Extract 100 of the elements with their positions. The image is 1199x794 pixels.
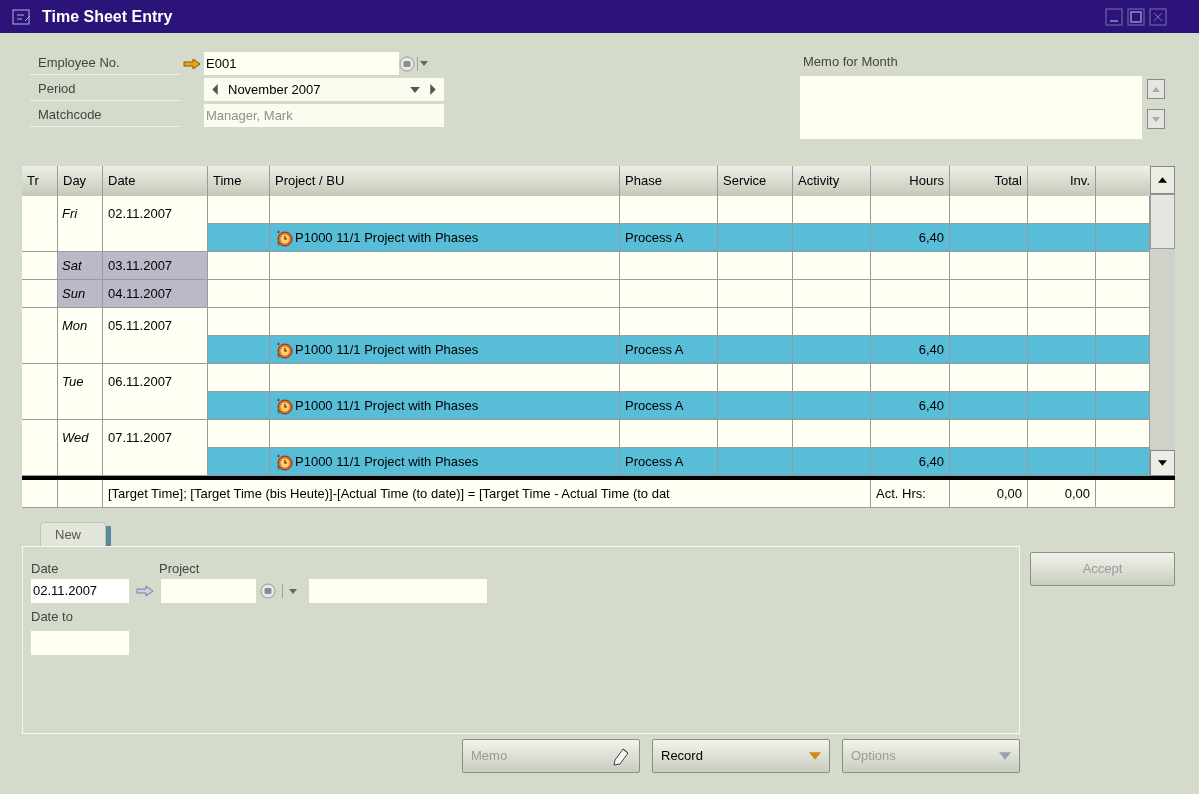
table-cell [208,196,270,224]
column-header [1096,166,1150,196]
column-header[interactable]: Service [718,166,793,196]
maximize-icon[interactable] [1127,7,1145,26]
table-cell [1096,224,1150,252]
day-cell: Fri [58,196,103,252]
clock-icon [275,340,293,359]
project-field[interactable] [161,579,256,603]
date-to-field[interactable] [31,631,129,655]
column-header[interactable]: Inv. [1028,166,1096,196]
day-cell: Tue [58,364,103,420]
table-cell [1028,308,1096,336]
table-cell [1096,308,1150,336]
date-cell: 07.11.2007 [103,420,208,476]
date-cell: 05.11.2007 [103,308,208,364]
dropdown-arrow-icon[interactable] [289,588,297,594]
clock-icon [275,228,293,247]
minimize-icon[interactable] [1105,7,1123,26]
table-cell [1028,448,1096,476]
circle-button-icon[interactable] [260,583,276,599]
table-cell [22,280,58,308]
column-header[interactable]: Hours [871,166,950,196]
day-cell: Sat [58,252,103,280]
tab-edge [106,526,111,546]
field-label: Employee No. [30,52,180,75]
total-label: Act. Hrs: [871,480,950,508]
scrollbar-thumb[interactable] [1150,194,1175,249]
menu-button[interactable]: Record [652,739,830,773]
next-arrow-icon[interactable] [430,84,436,95]
table-cell [1096,336,1150,364]
date-label: Date [31,560,60,578]
table-cell: Process A [620,224,718,252]
table-cell [1028,336,1096,364]
scroll-down-button[interactable] [1150,450,1175,476]
table-cell: 6,40 [871,224,950,252]
table-cell [58,480,103,508]
table-cell: 6,40 [871,336,950,364]
field-value: E001 [206,54,237,73]
table-cell [1028,280,1096,308]
table-cell [1096,448,1150,476]
table-cell [22,480,58,508]
column-header[interactable]: Date [103,166,208,196]
column-header[interactable]: Day [58,166,103,196]
table-cell [1096,196,1150,224]
table-cell [1028,196,1096,224]
scrollbar-track[interactable] [1150,166,1175,476]
table-cell [22,252,58,280]
table-cell [1096,280,1150,308]
employee-field[interactable]: E001 [204,52,399,75]
table-cell [1028,252,1096,280]
table-cell [1028,224,1096,252]
previous-arrow-icon[interactable] [212,84,218,95]
description-field[interactable] [309,579,487,603]
table-cell [1028,364,1096,392]
arrow-right-icon[interactable] [183,57,201,70]
date-field[interactable]: 02.11.2007 [31,579,129,603]
dropdown-arrow-icon[interactable] [420,61,428,66]
table-cell [1096,364,1150,392]
table-cell [1028,420,1096,448]
column-header[interactable]: Tr [22,166,58,196]
field-value: November 2007 [228,80,321,99]
date-cell: 02.11.2007 [103,196,208,252]
period-field[interactable]: November 2007 [204,78,444,101]
new-tab[interactable]: New [40,522,106,546]
table-cell [22,308,58,364]
column-header[interactable]: Phase [620,166,718,196]
day-cell: Sun [58,280,103,308]
table-cell: 6,40 [871,392,950,420]
column-header[interactable]: Project / BU [270,166,620,196]
field-value: Manager, Mark [206,106,293,125]
project-text: P1000 11/1 Project with Phases [295,452,479,471]
down-arrow-icon[interactable] [1158,460,1167,466]
close-icon[interactable] [1149,7,1167,26]
clock-icon [275,396,293,415]
column-header[interactable]: Time [208,166,270,196]
scroll-up-button[interactable] [1150,166,1175,194]
table-cell: Process A [620,392,718,420]
circle-button-icon[interactable] [399,55,415,72]
field-label: Matchcode [30,104,180,127]
arrow-right-icon[interactable] [136,585,154,597]
table-cell: 0,00 [950,480,1028,508]
table-cell [1028,392,1096,420]
table-cell: Process A [620,336,718,364]
project-text: P1000 11/1 Project with Phases [295,228,479,247]
dropdown-arrow-icon[interactable] [410,86,420,93]
table-cell: 0,00 [1028,480,1096,508]
window-title: Time Sheet Entry [42,6,173,27]
table-cell [1096,392,1150,420]
table-cell [22,196,58,252]
date-to-label: Date to [31,608,74,626]
memo-label: Memo for Month [802,53,899,71]
up-arrow-icon[interactable] [1158,177,1167,183]
table-cell [22,420,58,476]
table-cell [208,420,270,448]
date-cell: 06.11.2007 [103,364,208,420]
memo-field[interactable] [800,76,1142,139]
column-header[interactable]: Total [950,166,1028,196]
column-header[interactable]: Activity [793,166,871,196]
day-cell: Mon [58,308,103,364]
formula-text: [Target Time]; [Target Time (bis Heute)]-[Actual Time (to date)] = [Target Time - Actual Time (to dat [103,480,871,508]
